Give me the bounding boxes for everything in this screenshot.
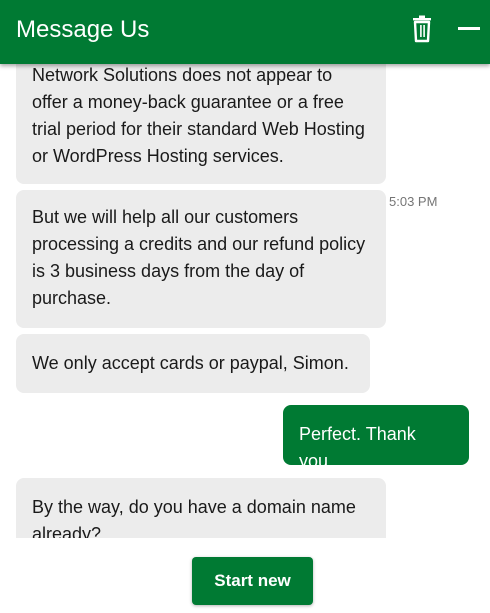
user-message: Perfect. Thank you. xyxy=(283,405,469,471)
agent-message: By the way, do you have a domain name al… xyxy=(16,478,386,538)
agent-message: We only accept cards or paypal, Simon. xyxy=(16,334,370,393)
message-timestamp: 5:03 PM xyxy=(389,194,438,209)
chat-footer: Start new xyxy=(0,538,490,613)
message-list[interactable]: Network Solutions does not appear to off… xyxy=(0,64,490,538)
chat-widget: Message Us Network Solutions does not ap… xyxy=(0,0,490,613)
minus-icon xyxy=(458,27,480,30)
trash-icon xyxy=(413,15,431,43)
chat-header: Message Us xyxy=(0,0,490,64)
minimize-button[interactable] xyxy=(453,12,485,46)
chat-title: Message Us xyxy=(16,16,150,43)
agent-message: Network Solutions does not appear to off… xyxy=(16,64,386,184)
delete-conversation-button[interactable] xyxy=(406,12,438,46)
agent-message: But we will help all our customers proce… xyxy=(16,190,386,328)
start-new-button[interactable]: Start new xyxy=(192,557,313,605)
